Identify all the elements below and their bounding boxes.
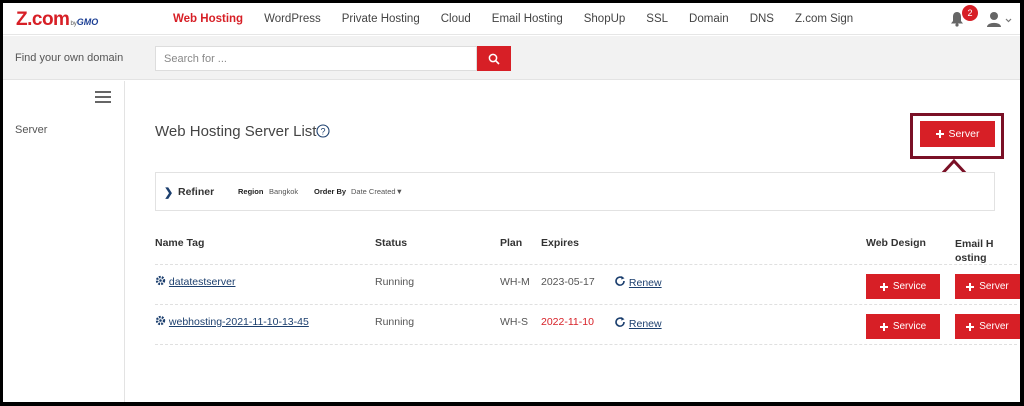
chevron-right-icon[interactable]: ❯ (164, 186, 173, 199)
web-design-service-button[interactable]: Service (866, 274, 940, 299)
col-status: Status (375, 237, 408, 249)
col-expires: Expires (541, 237, 579, 249)
status-cell: Running (375, 316, 415, 328)
expires-cell: 2022-11-10 (541, 316, 594, 328)
search-icon (488, 53, 500, 65)
sidebar: Server (3, 81, 125, 402)
plus-icon (879, 322, 888, 331)
col-plan: Plan (500, 237, 523, 249)
plan-cell: WH-M (500, 276, 530, 288)
svg-text:?: ? (320, 126, 325, 136)
plus-icon (966, 282, 975, 291)
notification-badge: 2 (962, 5, 978, 21)
email-hosting-server-button[interactable]: Server (955, 274, 1020, 299)
hamburger-menu-icon[interactable] (95, 91, 111, 103)
plus-icon (935, 130, 944, 138)
server-name-cell[interactable]: datatestserver (155, 275, 235, 288)
nav-cloud[interactable]: Cloud (441, 13, 471, 25)
gear-icon (155, 315, 166, 326)
add-server-button[interactable]: Server (920, 121, 995, 147)
nav-domain[interactable]: Domain (689, 13, 729, 25)
status-cell: Running (375, 276, 415, 288)
renew-cell[interactable]: Renew (614, 275, 662, 289)
gear-icon (155, 275, 166, 286)
zcom-logo[interactable]: Z.com by GMO (16, 9, 99, 30)
help-icon[interactable]: ? (316, 124, 330, 138)
refresh-icon (615, 276, 625, 286)
find-domain-label: Find your own domain (15, 52, 124, 64)
email-hosting-server-button[interactable]: Server (955, 314, 1020, 339)
user-icon[interactable] (986, 11, 1012, 27)
app-frame: Z.com by GMO Web Hosting WordPress Priva… (3, 3, 1020, 402)
nav-zcom-sign[interactable]: Z.com Sign (795, 13, 853, 25)
orderby-label: Order By (314, 187, 347, 196)
region-label: Region (238, 187, 264, 196)
add-server-label: Server (948, 128, 980, 140)
main-menu: Web Hosting WordPress Private Hosting Cl… (173, 3, 874, 35)
renew-link[interactable]: Renew (629, 277, 662, 289)
plus-icon (966, 322, 975, 331)
plan-cell: WH-S (500, 316, 528, 328)
service-label: Service (892, 281, 927, 292)
nav-web-hosting[interactable]: Web Hosting (173, 13, 243, 25)
renew-cell[interactable]: Renew (614, 316, 662, 330)
logo-gmo: GMO (76, 17, 99, 27)
table-bottom-divider (155, 344, 1017, 345)
domain-search-input[interactable] (155, 46, 477, 71)
col-web-design: Web Design (866, 237, 926, 249)
server-name-link[interactable]: datatestserver (169, 276, 236, 288)
refiner-label: Refiner (178, 186, 215, 198)
expires-cell: 2023-05-17 (541, 276, 595, 288)
server-label: Server (979, 281, 1009, 292)
plus-icon (879, 282, 888, 291)
logo-text: Z.com (16, 9, 70, 30)
nav-dns[interactable]: DNS (750, 13, 774, 25)
server-name-link[interactable]: webhosting-2021-11-10-13-45 (169, 316, 309, 328)
domain-search-bar: Find your own domain (3, 36, 1020, 80)
region-value[interactable]: Bangkok (269, 187, 298, 196)
refiner-panel[interactable]: ❯ Refiner Region Bangkok Order By Date C… (155, 172, 995, 211)
sidebar-item-server[interactable]: Server (15, 124, 47, 136)
col-email-hosting: Email H osting (955, 237, 994, 265)
nav-shopup[interactable]: ShopUp (584, 13, 626, 25)
top-nav: Z.com by GMO Web Hosting WordPress Priva… (3, 3, 1020, 35)
renew-link[interactable]: Renew (629, 318, 662, 330)
nav-wordpress[interactable]: WordPress (264, 13, 321, 25)
refresh-icon (615, 317, 625, 327)
server-label: Server (979, 321, 1009, 332)
col-email-hosting-line1: Email H (955, 238, 994, 250)
nav-ssl[interactable]: SSL (646, 13, 668, 25)
col-name-tag: Name Tag (155, 237, 205, 249)
nav-email-hosting[interactable]: Email Hosting (492, 13, 563, 25)
server-name-cell[interactable]: webhosting-2021-11-10-13-45 (155, 315, 309, 328)
service-label: Service (892, 321, 927, 332)
search-button[interactable] (477, 46, 511, 71)
orderby-select[interactable]: Date Created▼ (351, 187, 403, 196)
nav-private-hosting[interactable]: Private Hosting (342, 13, 420, 25)
page-title: Web Hosting Server List (155, 123, 317, 140)
col-email-hosting-line2: osting (955, 252, 987, 264)
web-design-service-button[interactable]: Service (866, 314, 940, 339)
